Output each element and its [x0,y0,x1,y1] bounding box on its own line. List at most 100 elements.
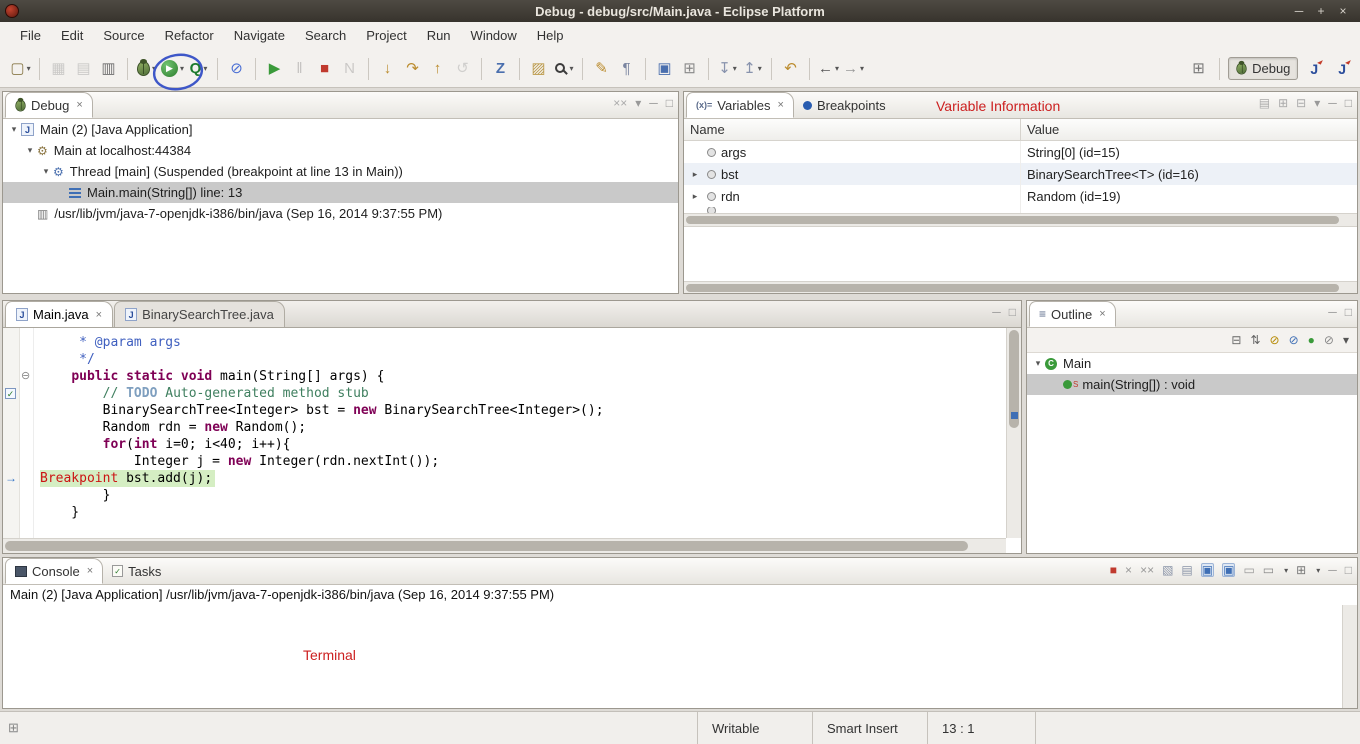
debug-tree-item[interactable]: ▾JMain (2) [Java Application] [3,119,678,140]
debug-perspective-button[interactable]: Debug [1228,57,1298,80]
tab-main-java[interactable]: JMain.java× [5,301,113,327]
minimize-view-icon[interactable]: ─ [1328,306,1337,318]
tab-tasks[interactable]: ✓Tasks [103,558,170,584]
remove-all-launches-icon[interactable]: ×× [1140,564,1154,576]
close-icon[interactable]: × [1099,308,1105,320]
collapse-all-icon[interactable]: ⊟ [1231,334,1241,346]
menu-window[interactable]: Window [461,22,527,50]
maximize-view-icon[interactable]: □ [1345,306,1352,318]
show-stderr-icon[interactable]: ▣ [1222,563,1235,577]
tab-debug[interactable]: Debug × [5,92,93,118]
menu-edit[interactable]: Edit [51,22,93,50]
java-perspective-button[interactable]: J [1302,57,1326,81]
horizontal-scrollbar[interactable] [684,281,1357,293]
editor-folding-bar[interactable]: ⊖ [20,328,34,538]
java-browsing-perspective-button[interactable]: J [1330,57,1354,81]
menu-navigate[interactable]: Navigate [224,22,295,50]
show-stdout-icon[interactable]: ▣ [1201,563,1214,577]
open-element-icon[interactable]: ▨ [526,56,551,82]
skip-all-breakpoints-icon[interactable]: ⊘ [224,56,249,82]
outline-item[interactable]: ▾CMain [1027,353,1357,374]
show-logical-structure-icon[interactable]: ⊞ [1278,97,1288,109]
tab-outline[interactable]: ≡ Outline × [1029,301,1116,327]
debug-icon[interactable]: ▾ [134,56,159,82]
horizontal-scrollbar[interactable] [684,213,1357,227]
hide-fields-icon[interactable]: ⊘ [1270,334,1280,346]
back-icon[interactable]: ←▾ [816,56,841,82]
horizontal-scrollbar[interactable] [3,538,1006,553]
sort-icon[interactable]: ⇅ [1250,334,1260,346]
console-view-icon[interactable]: ▣ [652,56,677,82]
clear-console-icon[interactable]: ▧ [1162,564,1173,576]
run-icon[interactable]: ▶▾ [159,56,186,82]
minimize-view-icon[interactable]: ─ [992,306,1001,318]
outline-item[interactable]: Smain(String[]) : void [1027,374,1357,395]
display-console-icon[interactable]: ▭ [1263,564,1274,576]
vertical-scrollbar[interactable] [1342,605,1357,708]
show-whitespace-icon[interactable]: ¶ [614,56,639,82]
maximize-view-icon[interactable]: □ [1345,97,1352,109]
resume-icon[interactable]: ▶ [262,56,287,82]
open-console-icon[interactable]: ⊞ [1296,564,1306,576]
show-type-names-icon[interactable]: ▤ [1259,97,1270,109]
table-row[interactable]: ▸rdnRandom (id=19) [684,185,1357,207]
view-menu-icon[interactable]: ▾ [635,97,641,109]
vertical-scrollbar[interactable] [1006,328,1021,538]
menu-source[interactable]: Source [93,22,154,50]
maximize-window-button[interactable]: + [1310,0,1332,22]
fast-view-icon[interactable]: ⊞ [8,720,19,736]
minimize-window-button[interactable]: ─ [1288,0,1310,22]
maximize-view-icon[interactable]: □ [1009,306,1016,318]
minimize-view-icon[interactable]: ─ [649,97,658,109]
minimize-view-icon[interactable]: ─ [1328,97,1337,109]
debug-tree-item[interactable]: ▾⚙Thread [main] (Suspended (breakpoint a… [3,161,678,182]
close-icon[interactable]: × [87,565,93,577]
maximize-view-icon[interactable]: □ [666,97,673,109]
terminate-icon[interactable]: ■ [312,56,337,82]
menu-project[interactable]: Project [356,22,416,50]
tab-breakpoints[interactable]: Breakpoints [794,92,895,118]
forward-icon[interactable]: →▾ [841,56,866,82]
menu-search[interactable]: Search [295,22,356,50]
column-value[interactable]: Value [1021,119,1065,140]
search-icon[interactable]: ▾ [551,56,576,82]
debug-tree-item[interactable]: ▥/usr/lib/jvm/java-7-openjdk-i386/bin/ja… [3,203,678,224]
hide-static-members-icon[interactable]: ⊘ [1289,334,1299,346]
prev-annotation-icon[interactable]: ↥▾ [740,56,765,82]
collapse-all-icon[interactable]: ⊟ [1296,97,1306,109]
step-return-icon[interactable]: ↑ [425,56,450,82]
minimize-view-icon[interactable]: ─ [1328,564,1337,576]
debug-tree-item[interactable]: Main.main(String[]) line: 13 [3,182,678,203]
last-edit-location-icon[interactable]: ↶ [778,56,803,82]
hide-local-types-icon[interactable]: ⊘ [1324,334,1334,346]
fold-collapse-icon[interactable]: ⊖ [21,371,30,382]
terminate-console-icon[interactable]: ■ [1110,564,1117,576]
scroll-lock-icon[interactable]: ▤ [1181,564,1192,576]
close-icon[interactable]: × [76,99,82,111]
remove-all-terminated-icon[interactable]: ×× [613,97,627,109]
editor-presentation-icon[interactable]: ⊞ [1186,56,1211,82]
use-step-filters-icon[interactable]: Z [488,56,513,82]
step-into-icon[interactable]: ↓ [375,56,400,82]
tab-variables[interactable]: (x)=Variables× [686,92,794,118]
mark-occurrences-icon[interactable]: ✎ [589,56,614,82]
code-editor[interactable]: * @param args */ public static void main… [34,328,1006,538]
menu-run[interactable]: Run [417,22,461,50]
menu-help[interactable]: Help [527,22,574,50]
tab-console[interactable]: Console× [5,558,103,584]
view-menu-icon[interactable]: ▾ [1343,334,1349,346]
step-over-icon[interactable]: ↷ [400,56,425,82]
menu-file[interactable]: File [10,22,51,50]
close-icon[interactable]: × [96,309,102,321]
remove-launch-icon[interactable]: × [1125,564,1132,576]
new-view-icon[interactable]: ⊞ [677,56,702,82]
console-output[interactable]: Terminal [3,605,1342,708]
column-name[interactable]: Name [684,119,1021,140]
tab-binarysearchtree-java[interactable]: JBinarySearchTree.java [114,301,285,327]
external-tools-icon[interactable]: Q▾ [186,56,211,82]
table-row[interactable]: argsString[0] (id=15) [684,141,1357,163]
pin-console-icon[interactable]: ▭ [1243,564,1254,576]
maximize-view-icon[interactable]: □ [1345,564,1352,576]
new-wizard-icon[interactable]: ▢▾ [8,56,33,82]
editor-marker-bar[interactable]: ✓→ [3,328,20,538]
